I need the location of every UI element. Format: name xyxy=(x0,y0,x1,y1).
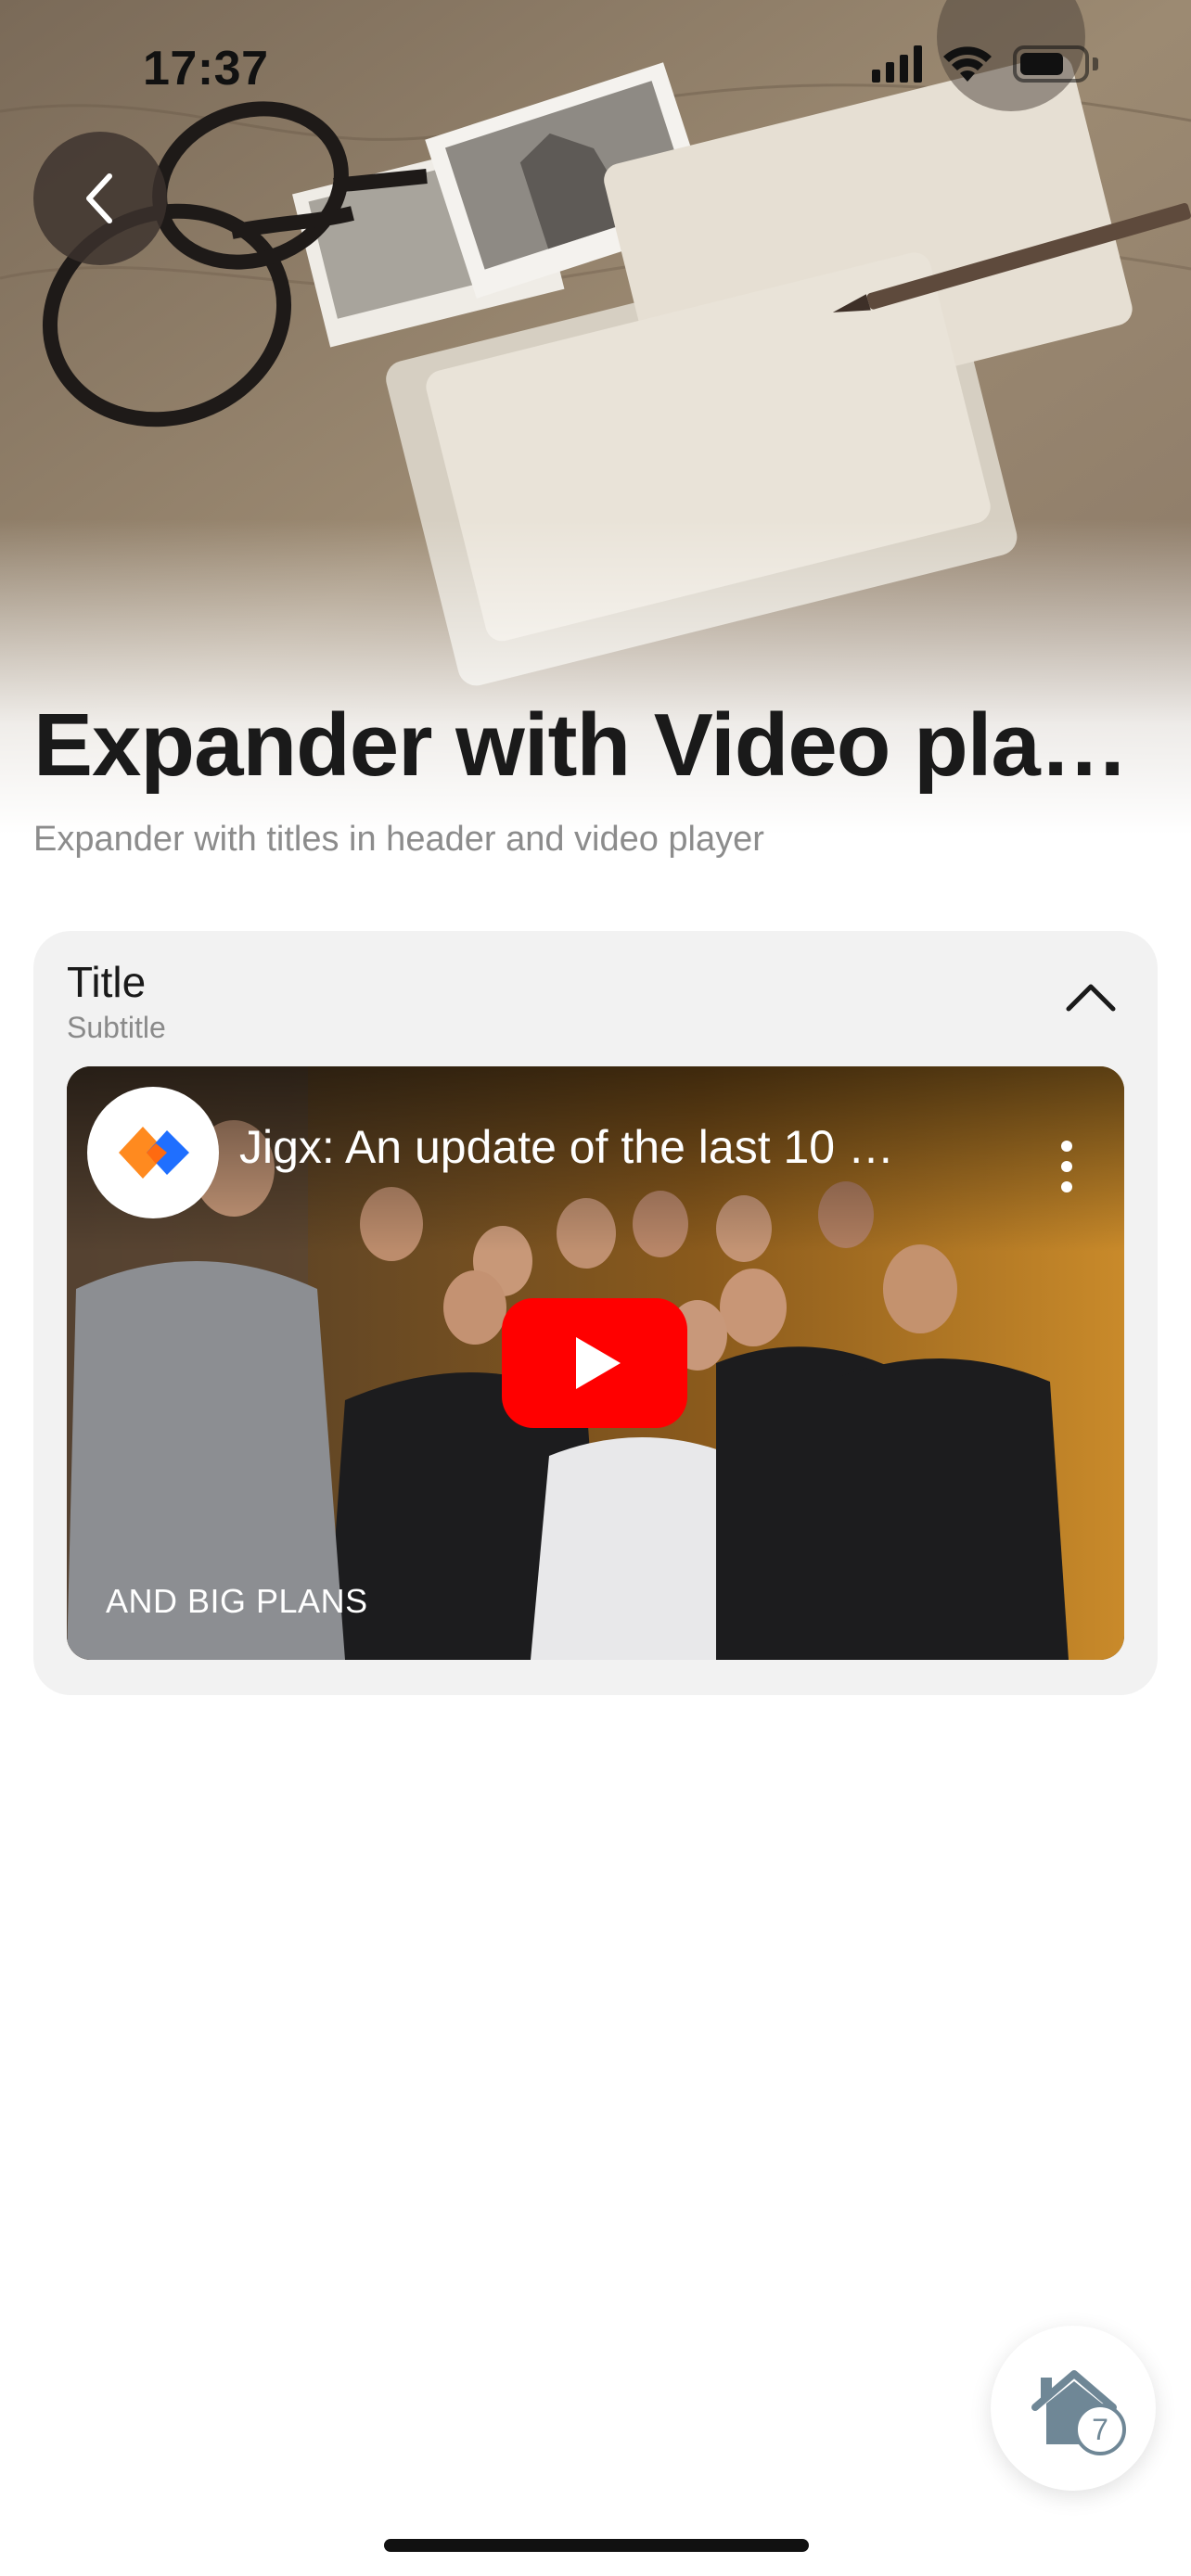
wifi-icon xyxy=(943,46,992,82)
home-badge: 7 xyxy=(1074,2404,1126,2455)
battery-icon xyxy=(1013,45,1098,83)
cellular-signal-icon xyxy=(872,45,922,83)
back-button[interactable] xyxy=(33,132,167,265)
expander-card: Title Subtitle Jigx: An update of the la… xyxy=(33,931,1158,1695)
expander-subtitle: Subtitle xyxy=(67,1011,166,1044)
status-icons xyxy=(872,45,1098,83)
jigx-logo-icon xyxy=(119,1127,189,1179)
home-button[interactable]: 7 xyxy=(991,2326,1156,2491)
video-caption: AND BIG PLANS xyxy=(106,1582,368,1620)
status-bar: 17:37 xyxy=(0,0,1191,139)
status-time: 17:37 xyxy=(143,42,269,96)
chevron-up-icon[interactable] xyxy=(1065,977,1117,1014)
video-title[interactable]: Jigx: An update of the last 10 … xyxy=(239,1120,944,1174)
expander-title: Title xyxy=(67,958,147,1006)
home-indicator xyxy=(384,2539,809,2552)
page-subtitle: Expander with titles in header and video… xyxy=(33,820,764,859)
chevron-left-icon xyxy=(86,173,112,223)
video-player[interactable]: Jigx: An update of the last 10 … AND BIG… xyxy=(67,1066,1124,1660)
page-title: Expander with Video pla… xyxy=(33,695,1129,795)
channel-avatar[interactable] xyxy=(87,1087,219,1218)
more-options-icon[interactable] xyxy=(1059,1141,1074,1192)
youtube-play-button[interactable] xyxy=(502,1298,687,1428)
